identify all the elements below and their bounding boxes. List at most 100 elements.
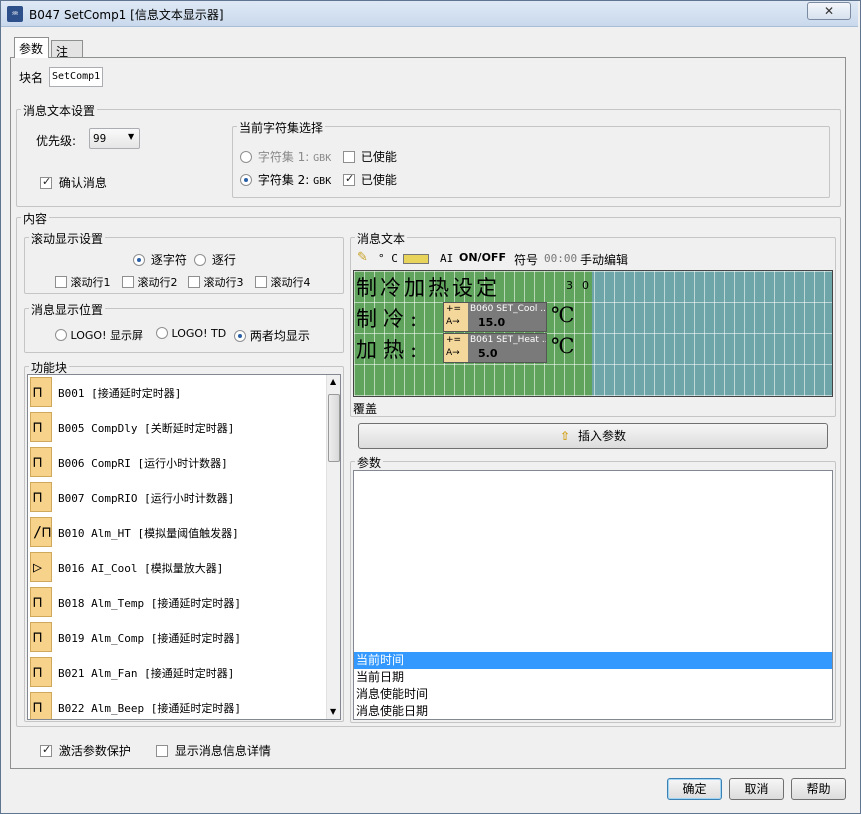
function-block-item[interactable]: ⊓ B001 [接通延时定时器] <box>28 375 324 410</box>
tab-notes[interactable]: 注释 <box>51 40 83 76</box>
param-value: 15.0 <box>478 316 506 329</box>
scroll-by-line-label: 逐行 <box>211 253 236 267</box>
scroll-settings-legend: 滚动显示设置 <box>29 230 106 247</box>
content-legend: 内容 <box>21 210 50 227</box>
function-block-label: B010 Alm_HT [模拟量阈值触发器] <box>58 527 239 540</box>
scroll-down-icon[interactable]: ▼ <box>330 707 336 716</box>
function-block-item[interactable]: ⊓ B006 CompRI [运行小时计数器] <box>28 445 324 480</box>
position-td-radio[interactable]: LOGO! TD <box>156 327 226 340</box>
params-list-item[interactable]: 当前日期 <box>354 669 832 686</box>
symbol-button[interactable]: 符号 <box>514 251 538 268</box>
scroll-line2-checkbox[interactable]: 滚动行2 <box>122 274 178 290</box>
lcd-digit-3: 3 <box>566 279 573 292</box>
threshold-trigger-icon: ∕⊓ <box>30 517 52 547</box>
lcd-digit-0: 0 <box>582 279 589 292</box>
position-logo-radio[interactable]: LOGO! 显示屏 <box>55 327 143 343</box>
function-block-list[interactable]: ⊓ B001 [接通延时定时器] ⊓ B005 CompDly [关断延时定时器] ⊓ B… <box>27 374 341 720</box>
degree-button[interactable]: ° C <box>378 252 398 265</box>
params-list-item[interactable]: 消息使能时间 <box>354 686 832 703</box>
amplifier-icon: ▷ <box>30 552 52 582</box>
function-block-items: ⊓ B001 [接通延时定时器] ⊓ B005 CompDly [关断延时定时器] ⊓ B… <box>28 375 326 719</box>
ok-button[interactable]: 确定 <box>667 778 722 800</box>
scroll-line1-checkbox[interactable]: 滚动行1 <box>55 274 111 290</box>
insert-param-button[interactable]: ⇧ 插入参数 <box>358 423 828 449</box>
onoff-button[interactable]: ON/OFF <box>459 251 506 264</box>
function-block-item[interactable]: ∕⊓ B010 Alm_HT [模拟量阈值触发器] <box>28 515 324 550</box>
function-block-item[interactable]: ⊓ B007 CompRIO [运行小时计数器] <box>28 480 324 515</box>
display-position-legend: 消息显示位置 <box>29 301 106 318</box>
scroll-line4-checkbox[interactable]: 滚动行4 <box>255 274 311 290</box>
show-details-checkbox[interactable]: 显示消息信息详情 <box>156 742 271 759</box>
params-list-item[interactable]: 消息使能日期 <box>354 703 832 720</box>
bar-graph-icon[interactable] <box>403 254 429 264</box>
param-tag: += A→ <box>444 303 468 331</box>
function-block-item[interactable]: ⊓ B005 CompDly [关断延时定时器] <box>28 410 324 445</box>
charset-legend: 当前字符集选择 <box>237 119 326 136</box>
radio-icon <box>55 329 67 341</box>
position-td-label: LOGO! TD <box>171 327 227 340</box>
radio-selected-icon <box>133 254 145 266</box>
lcd-row3-text: 加热: <box>356 338 424 362</box>
function-block-item[interactable]: ⊓ B019 Alm_Comp [接通延时定时器] <box>28 620 324 655</box>
param-value: 5.0 <box>478 347 498 360</box>
on-delay-icon: ⊓ <box>30 657 52 687</box>
scroll-line3-checkbox[interactable]: 滚动行3 <box>188 274 244 290</box>
params-items: 当前时间 当前日期 消息使能时间 消息使能日期 <box>354 652 832 720</box>
priority-value: 99 <box>93 132 107 145</box>
position-logo-label: LOGO! 显示屏 <box>70 329 143 342</box>
function-block-item[interactable]: ⊓ B022 Alm_Beep [接通延时定时器] <box>28 690 324 719</box>
tab-params[interactable]: 参数 <box>14 37 49 58</box>
function-block-item[interactable]: ⊓ B021 Alm_Fan [接通延时定时器] <box>28 655 324 690</box>
cancel-button[interactable]: 取消 <box>729 778 784 800</box>
manual-edit-button[interactable]: 手动编辑 <box>580 251 628 268</box>
block-glyph: ⊓ <box>33 593 43 611</box>
radio-selected-icon <box>240 174 252 186</box>
block-name-input[interactable]: SetComp1 <box>49 67 103 87</box>
params-list-item[interactable]: 当前时间 <box>354 652 832 669</box>
param-protect-checkbox[interactable]: 激活参数保护 <box>40 742 131 759</box>
charset2-enabled-checkbox[interactable]: 已使能 <box>343 171 397 188</box>
message-text-legend: 消息文本 <box>355 230 408 247</box>
lcd-param-heat[interactable]: += A→ B061 SET_Heat ... 5.0 <box>443 333 547 363</box>
hour-counter-icon: ⊓ <box>30 447 52 477</box>
scroll-up-icon[interactable]: ▲ <box>330 377 336 386</box>
scroll-by-line-radio[interactable]: 逐行 <box>194 251 236 268</box>
radio-icon <box>194 254 206 266</box>
scroll-by-char-radio[interactable]: 逐字符 <box>133 251 187 268</box>
priority-select[interactable]: 99 ▼ <box>89 128 140 149</box>
checkbox-icon <box>255 276 267 288</box>
lcd-editor[interactable]: 制冷加热设定 3 0 制冷: += A→ B060 SET_Cool ... 15… <box>353 270 833 397</box>
checkbox-checked-icon <box>40 743 52 757</box>
charset1-label: 字符集 1: <box>257 150 310 164</box>
close-button[interactable]: ✕ <box>807 2 851 20</box>
time-button[interactable]: 00:00 <box>544 252 577 265</box>
scrollbar-thumb[interactable] <box>328 394 340 462</box>
hour-counter-icon: ⊓ <box>30 482 52 512</box>
ai-button[interactable]: AI <box>440 252 453 265</box>
help-button[interactable]: 帮助 <box>791 778 846 800</box>
checkbox-icon <box>188 276 200 288</box>
on-delay-icon: ⊓ <box>30 622 52 652</box>
confirm-message-checkbox[interactable]: 确认消息 <box>40 174 107 191</box>
params-legend: 参数 <box>355 454 384 471</box>
block-name-label: 块名 <box>19 71 44 85</box>
lcd-unit-cool: ℃ <box>551 303 575 327</box>
charset2-radio[interactable]: 字符集 2: GBK <box>240 171 331 188</box>
position-both-radio[interactable]: 两者均显示 <box>234 327 310 344</box>
lcd-param-cool[interactable]: += A→ B060 SET_Cool ... 15.0 <box>443 302 547 332</box>
window-title: B047 SetComp1 [信息文本显示器] <box>29 8 224 22</box>
function-block-item[interactable]: ⊓ B018 Alm_Temp [接通延时定时器] <box>28 585 324 620</box>
show-details-label: 显示消息信息详情 <box>174 744 271 758</box>
list-scrollbar[interactable]: ▲ ▼ <box>326 375 340 719</box>
params-list[interactable]: 当前时间 当前日期 消息使能时间 消息使能日期 <box>353 470 833 720</box>
scroll-line3-label: 滚动行3 <box>203 276 244 289</box>
eraser-icon[interactable]: ✎ <box>357 250 368 265</box>
charset1-enabled-checkbox[interactable]: 已使能 <box>343 148 397 165</box>
app-icon: ♒ <box>7 6 23 22</box>
chevron-down-icon: ▼ <box>128 132 135 141</box>
function-block-label: B019 Alm_Comp [接通延时定时器] <box>58 632 241 645</box>
insert-param-label: 插入参数 <box>577 429 626 443</box>
function-block-label: B016 AI_Cool [模拟量放大器] <box>58 562 224 575</box>
charset1-radio[interactable]: 字符集 1: GBK <box>240 148 331 165</box>
function-block-item[interactable]: ▷ B016 AI_Cool [模拟量放大器] <box>28 550 324 585</box>
